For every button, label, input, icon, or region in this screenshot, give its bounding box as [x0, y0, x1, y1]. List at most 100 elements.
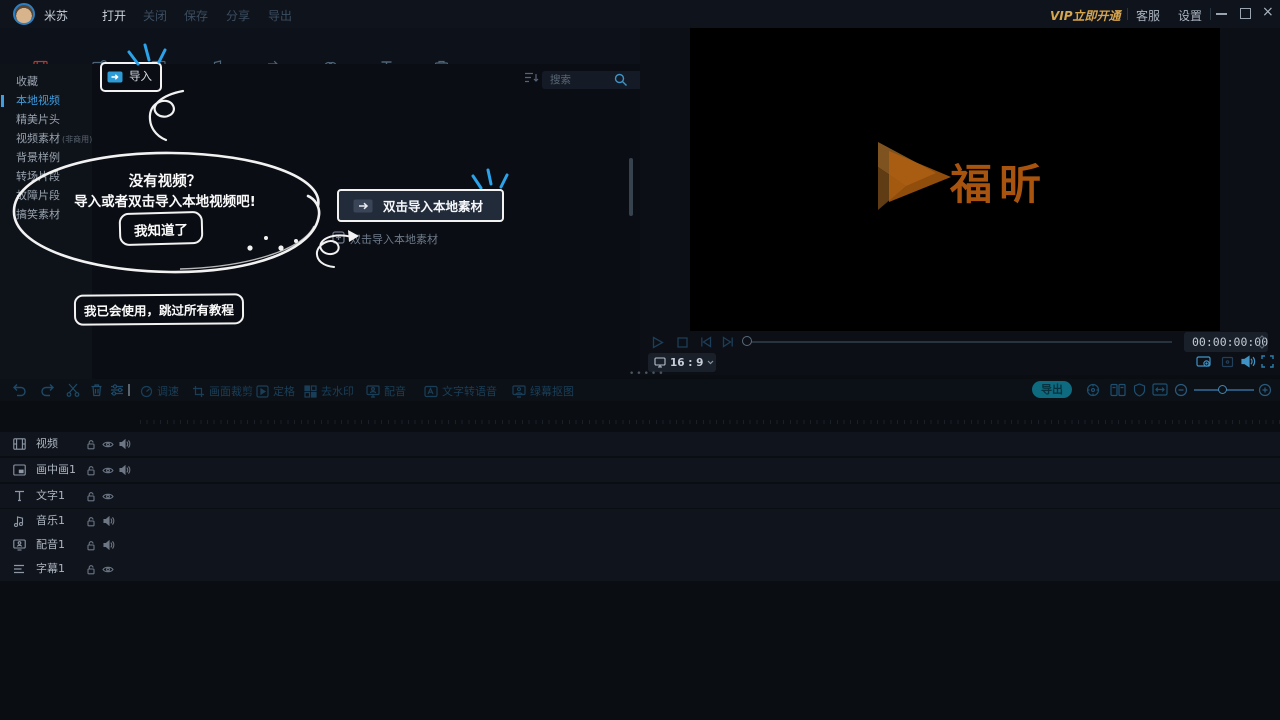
safe-area-icon[interactable]: [1221, 356, 1234, 368]
chroma-key-button[interactable]: 绿幕抠图: [512, 383, 574, 399]
restore-button[interactable]: [1240, 8, 1251, 19]
settings-button[interactable]: 设置: [1178, 7, 1202, 24]
text-to-speech-button[interactable]: 文字转语音: [424, 383, 497, 399]
seek-slider[interactable]: [748, 341, 1172, 343]
freeze-frame-icon: [256, 385, 269, 398]
menu-share[interactable]: 分享: [226, 7, 250, 24]
timecode-spinner[interactable]: [1258, 334, 1266, 350]
eye-icon[interactable]: [102, 466, 114, 475]
track-text-icon: [13, 490, 26, 502]
speed-gauge-icon: [140, 385, 153, 398]
lock-icon[interactable]: [86, 516, 96, 527]
support-button[interactable]: 客服: [1136, 7, 1160, 24]
remove-watermark-button[interactable]: 去水印: [304, 383, 354, 399]
lock-icon[interactable]: [86, 491, 96, 502]
sidebar-item-favorites[interactable]: 收藏: [16, 72, 92, 91]
zoom-slider-handle[interactable]: [1218, 385, 1227, 394]
sidebar-item-backgrounds[interactable]: 背景样例: [16, 148, 92, 167]
import-folder-icon: [353, 198, 373, 213]
next-frame-button[interactable]: [722, 336, 734, 348]
search-icon[interactable]: [614, 73, 628, 87]
undo-icon[interactable]: [12, 383, 27, 397]
mute-icon[interactable]: [103, 540, 115, 550]
track-row-music[interactable]: 音乐1: [0, 509, 1280, 533]
sidebar-item-intros[interactable]: 精美片头: [16, 110, 92, 129]
zoom-in-icon[interactable]: [1258, 383, 1272, 397]
seek-slider-handle[interactable]: [742, 336, 752, 346]
track-pip-icon: [13, 464, 26, 476]
prev-frame-button[interactable]: [700, 336, 712, 348]
shield-icon[interactable]: [1133, 383, 1146, 397]
fullscreen-icon[interactable]: [1261, 355, 1274, 368]
dubbing-icon: [366, 385, 380, 398]
split-scissors-icon[interactable]: [66, 383, 80, 397]
track-film-icon: [13, 438, 26, 450]
panel-divider-handle[interactable]: •••••: [629, 369, 666, 379]
delete-icon[interactable]: [90, 383, 103, 397]
local-import-highlight-button[interactable]: 双击导入本地素材: [337, 189, 504, 222]
watermark-icon: [304, 385, 317, 398]
sidebar-item-local-video[interactable]: 本地视频: [16, 91, 92, 110]
render-settings-icon[interactable]: [1086, 383, 1100, 397]
snapshot-icon[interactable]: [1196, 355, 1212, 369]
lock-icon[interactable]: [86, 564, 96, 575]
redo-icon[interactable]: [40, 383, 55, 397]
chroma-key-icon: [512, 385, 526, 398]
lock-icon[interactable]: [86, 465, 96, 476]
library-scrollbar[interactable]: [629, 158, 633, 216]
tutorial-line2: 导入或者双击导入本地视频吧!: [0, 190, 330, 210]
track-row-pip[interactable]: 画中画1: [0, 458, 1280, 482]
export-button[interactable]: 导出: [1032, 381, 1072, 398]
vip-upgrade-button[interactable]: VIP立即开通: [1050, 7, 1121, 24]
ribbon-tab-bar: 视频 素材库 图片 音乐 转场 滤镜 文字 作品: [0, 28, 640, 64]
freeze-frame-button[interactable]: 定格: [256, 383, 295, 399]
track-row-subtitle[interactable]: 字幕1: [0, 557, 1280, 581]
menu-close-file[interactable]: 关闭: [143, 7, 167, 24]
library-sidebar: 收藏 本地视频 精美片头 视频素材(非商用) 背景样例 转场片段 故障片段 搞笑…: [0, 64, 92, 380]
import-button[interactable]: 导入: [107, 67, 152, 85]
menu-open[interactable]: 打开: [102, 7, 126, 24]
dubbing-button[interactable]: 配音: [366, 383, 406, 399]
empty-hint-text: 双击导入本地素材: [350, 231, 438, 247]
track-dubbing-icon: [13, 539, 26, 551]
timeline-ruler[interactable]: 00:00:00:00 00:00:03:10 00:00:06:20 00:0…: [0, 400, 1280, 428]
eye-icon[interactable]: [102, 492, 114, 501]
foxit-logo-icon: [872, 140, 954, 212]
stop-button[interactable]: [677, 337, 688, 348]
play-button[interactable]: [652, 336, 664, 349]
sidebar-item-video-assets[interactable]: 视频素材(非商用): [16, 129, 92, 148]
eye-icon[interactable]: [102, 565, 114, 574]
track-row-dubbing[interactable]: 配音1: [0, 533, 1280, 557]
close-button[interactable]: ×: [1262, 4, 1274, 20]
volume-icon[interactable]: [1241, 355, 1256, 368]
track-row-text[interactable]: 文字1: [0, 484, 1280, 508]
track-row-video[interactable]: 视频: [0, 432, 1280, 456]
avatar[interactable]: [13, 3, 35, 25]
tutorial-confirm-button[interactable]: 我知道了: [119, 211, 204, 246]
adjust-icon[interactable]: [110, 383, 125, 397]
mute-icon[interactable]: [119, 439, 131, 449]
crop-button[interactable]: 画面裁剪: [192, 383, 253, 399]
tutorial-line1: 没有视频？: [0, 170, 330, 191]
timecode-display[interactable]: 00:00:00:00: [1184, 332, 1268, 352]
lock-icon[interactable]: [86, 540, 96, 551]
menu-save[interactable]: 保存: [184, 7, 208, 24]
monitor-icon: [654, 357, 666, 368]
logo-text: 福昕: [950, 151, 1048, 212]
menu-export-file[interactable]: 导出: [268, 7, 292, 24]
zoom-out-icon[interactable]: [1174, 383, 1188, 397]
mute-icon[interactable]: [103, 516, 115, 526]
speed-button[interactable]: 调速: [140, 383, 179, 399]
sort-icon[interactable]: [524, 72, 539, 83]
mute-icon[interactable]: [119, 465, 131, 475]
eye-icon[interactable]: [102, 440, 114, 449]
chevron-down-icon: [707, 360, 714, 365]
minimize-button[interactable]: [1216, 13, 1227, 15]
storyboard-icon[interactable]: [1110, 383, 1126, 397]
empty-hint-icon: [332, 231, 345, 244]
track-subtitle-icon: [13, 563, 26, 575]
fit-timeline-icon[interactable]: [1152, 383, 1168, 396]
tutorial-skip-button[interactable]: 我已会使用，跳过所有教程: [74, 293, 244, 325]
app-window: 米苏 打开 关闭 保存 分享 导出 VIP立即开通 客服 设置 × 视频 素材库…: [0, 0, 1280, 720]
lock-icon[interactable]: [86, 439, 96, 450]
